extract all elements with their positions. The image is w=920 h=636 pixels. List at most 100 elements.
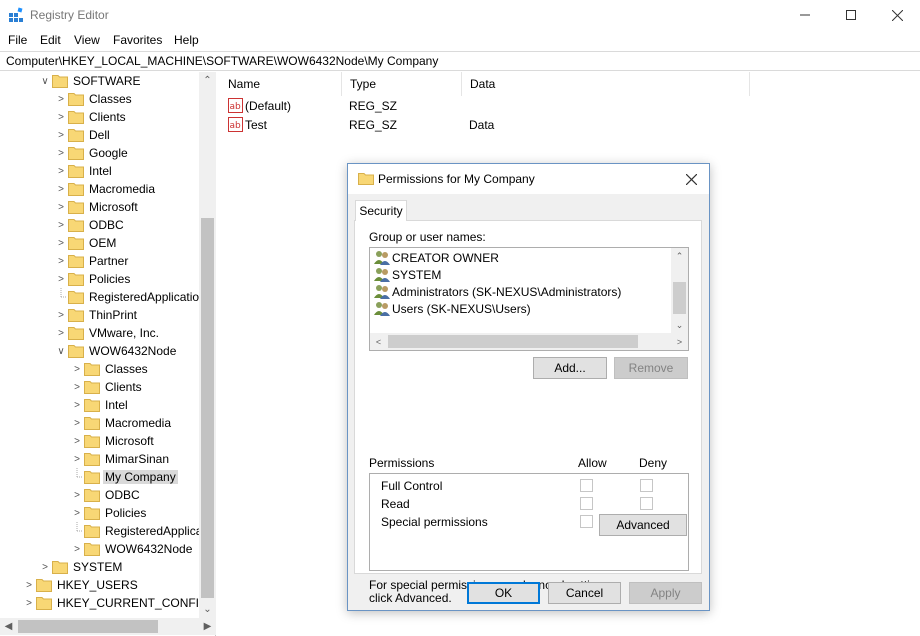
column-header-name[interactable]: Name (220, 72, 342, 96)
tree-item[interactable]: > SYSTEM (38, 558, 124, 576)
tree-item[interactable]: > Macromedia (54, 180, 157, 198)
scroll-thumb[interactable] (673, 282, 686, 314)
chevron-right-icon[interactable]: > (54, 216, 68, 234)
remove-button[interactable]: Remove (614, 357, 688, 379)
tree-item[interactable]: > Policies (70, 504, 148, 522)
tree-vertical-scrollbar[interactable]: ⌃ ⌄ (199, 72, 216, 618)
tree-item[interactable]: RegisteredApplicatio (54, 288, 201, 306)
chevron-right-icon[interactable]: > (22, 576, 36, 594)
scroll-down-icon[interactable]: ⌄ (199, 601, 216, 618)
chevron-right-icon[interactable]: > (54, 162, 68, 180)
menu-edit[interactable]: Edit (40, 33, 61, 47)
chevron-right-icon[interactable]: > (54, 252, 68, 270)
scroll-down-icon[interactable]: ⌄ (671, 317, 688, 333)
scroll-thumb[interactable] (18, 620, 158, 633)
deny-full-control-checkbox[interactable] (640, 479, 653, 492)
chevron-right-icon[interactable]: > (54, 108, 68, 126)
tree-item[interactable]: > HKEY_CURRENT_CONFIG (22, 594, 210, 612)
chevron-down-icon[interactable]: ∨ (54, 342, 68, 360)
allow-full-control-checkbox[interactable] (580, 479, 593, 492)
tree-item[interactable]: > OEM (54, 234, 118, 252)
tree-item[interactable]: RegisteredApplica (70, 522, 204, 540)
user-list[interactable]: CREATOR OWNER SYSTEM Administrators (SK-… (369, 247, 689, 351)
list-item[interactable]: ab Test REG_SZ Data (220, 116, 920, 134)
chevron-right-icon[interactable]: > (54, 126, 68, 144)
menu-view[interactable]: View (74, 33, 100, 47)
scroll-up-icon[interactable]: ⌃ (671, 248, 688, 264)
add-button[interactable]: Add... (533, 357, 607, 379)
dialog-close-button[interactable] (677, 166, 705, 192)
scroll-right-icon[interactable]: > (671, 333, 688, 350)
chevron-down-icon[interactable]: ∨ (38, 72, 52, 90)
tree-item[interactable]: > VMware, Inc. (54, 324, 161, 342)
tree-item[interactable]: > Policies (54, 270, 132, 288)
chevron-right-icon[interactable]: > (54, 180, 68, 198)
address-text[interactable]: Computer\HKEY_LOCAL_MACHINE\SOFTWARE\WOW… (6, 54, 438, 68)
scroll-thumb[interactable] (201, 218, 214, 598)
tree-horizontal-scrollbar[interactable]: ◀ ▶ (0, 618, 216, 635)
tree-item[interactable]: My Company (70, 468, 178, 486)
maximize-button[interactable] (828, 0, 874, 30)
column-header-type[interactable]: Type (342, 72, 462, 96)
chevron-right-icon[interactable]: > (70, 486, 84, 504)
allow-read-checkbox[interactable] (580, 497, 593, 510)
list-item[interactable]: Users (SK-NEXUS\Users) (374, 300, 531, 317)
tree-item[interactable]: > Google (54, 144, 130, 162)
scroll-left-icon[interactable]: ◀ (0, 618, 17, 635)
tree-item[interactable]: ∨ SOFTWARE (38, 72, 143, 90)
chevron-right-icon[interactable]: > (54, 90, 68, 108)
menu-favorites[interactable]: Favorites (113, 33, 162, 47)
tree-item[interactable]: > Microsoft (54, 198, 140, 216)
chevron-right-icon[interactable]: > (70, 396, 84, 414)
chevron-right-icon[interactable]: > (54, 324, 68, 342)
cancel-button[interactable]: Cancel (548, 582, 621, 604)
tree-pane[interactable]: ∨ SOFTWARE > Classes > Clients > Dell > Google > In… (0, 72, 216, 636)
scroll-up-icon[interactable]: ⌃ (199, 72, 216, 89)
apply-button[interactable]: Apply (629, 582, 702, 604)
tree-item[interactable]: > ThinPrint (54, 306, 139, 324)
chevron-right-icon[interactable]: > (54, 144, 68, 162)
deny-read-checkbox[interactable] (640, 497, 653, 510)
chevron-right-icon[interactable]: > (54, 234, 68, 252)
scroll-left-icon[interactable]: < (370, 333, 387, 350)
column-header-data[interactable]: Data (462, 72, 750, 96)
chevron-right-icon[interactable]: > (70, 414, 84, 432)
tree-item[interactable]: > Clients (54, 108, 128, 126)
tree-item[interactable]: > Classes (54, 90, 134, 108)
tree-item[interactable]: > Macromedia (70, 414, 173, 432)
tree-item[interactable]: > Intel (70, 396, 130, 414)
chevron-right-icon[interactable]: > (70, 432, 84, 450)
chevron-right-icon[interactable]: > (70, 504, 84, 522)
minimize-button[interactable] (782, 0, 828, 30)
chevron-right-icon[interactable]: > (54, 306, 68, 324)
tree-item[interactable]: > HKEY_USERS (22, 576, 140, 594)
menu-help[interactable]: Help (174, 33, 199, 47)
chevron-right-icon[interactable]: > (70, 360, 84, 378)
tree-item[interactable]: ∨ WOW6432Node (54, 342, 178, 360)
scroll-thumb[interactable] (388, 335, 638, 348)
chevron-right-icon[interactable]: > (54, 198, 68, 216)
allow-special-checkbox[interactable] (580, 515, 593, 528)
tree-item[interactable]: > Dell (54, 126, 112, 144)
tree-item[interactable]: > Classes (70, 360, 150, 378)
chevron-right-icon[interactable]: > (54, 270, 68, 288)
list-item[interactable]: Administrators (SK-NEXUS\Administrators) (374, 283, 621, 300)
list-item[interactable]: CREATOR OWNER (374, 249, 499, 266)
chevron-right-icon[interactable]: > (70, 378, 84, 396)
list-item[interactable]: SYSTEM (374, 266, 441, 283)
address-bar[interactable]: Computer\HKEY_LOCAL_MACHINE\SOFTWARE\WOW… (0, 51, 920, 71)
tree-item[interactable]: > Microsoft (70, 432, 156, 450)
chevron-right-icon[interactable]: > (70, 540, 84, 558)
list-item[interactable]: ab (Default) REG_SZ (220, 97, 920, 115)
chevron-right-icon[interactable]: > (22, 594, 36, 612)
chevron-right-icon[interactable]: > (70, 450, 84, 468)
tree-item[interactable]: > WOW6432Node (70, 540, 194, 558)
tree-item[interactable]: > Partner (54, 252, 130, 270)
user-list-vertical-scrollbar[interactable]: ⌃ ⌄ (671, 248, 688, 333)
scroll-right-icon[interactable]: ▶ (199, 618, 216, 635)
tree-item[interactable]: > Clients (70, 378, 144, 396)
tree-item[interactable]: > ODBC (70, 486, 142, 504)
close-button[interactable] (874, 0, 920, 30)
chevron-right-icon[interactable]: > (38, 558, 52, 576)
ok-button[interactable]: OK (467, 582, 540, 604)
